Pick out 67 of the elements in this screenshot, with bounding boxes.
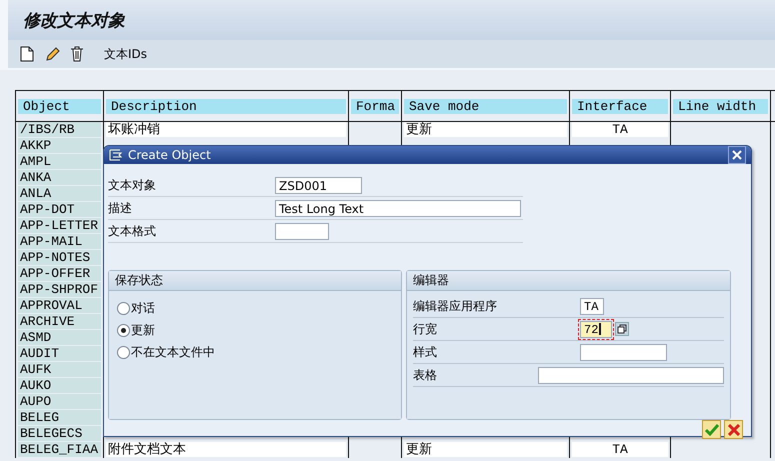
- field-label: 表格: [413, 366, 438, 384]
- radio-option[interactable]: 更新: [117, 319, 393, 341]
- table-cell: BELEG_FIAA: [18, 442, 101, 457]
- window-icon: [109, 149, 123, 161]
- table-cell: AUFK: [18, 362, 101, 377]
- close-icon[interactable]: [732, 150, 742, 160]
- table-cell: AUDIT: [18, 346, 101, 361]
- table-cell: AMPL: [18, 154, 101, 169]
- table-cell: TA: [572, 122, 668, 137]
- value-help-icon[interactable]: [615, 322, 629, 336]
- table-cell: APP-MAIL: [18, 234, 101, 249]
- dialog-title: Create Object: [128, 148, 212, 162]
- column-header[interactable]: Line width: [673, 98, 768, 114]
- radio-option[interactable]: 对话: [117, 297, 393, 319]
- table-cell: ANKA: [18, 170, 101, 185]
- input-field[interactable]: [580, 344, 667, 360]
- table-cell: APPROVAL: [18, 298, 101, 313]
- input-field[interactable]: ZSD001: [275, 176, 362, 194]
- page-title: 修改文本对象: [23, 10, 125, 32]
- column-header[interactable]: Description: [106, 98, 346, 114]
- column-header[interactable]: Interface: [572, 98, 668, 114]
- table-cell: APP-LETTER: [18, 218, 101, 233]
- field-label: 编辑器应用程序: [413, 298, 498, 314]
- table-cell: AKKP: [18, 138, 101, 153]
- table-cell: 更新: [404, 442, 567, 457]
- table-cell: APP-SHPROF: [18, 282, 101, 297]
- field-label: 行宽: [413, 320, 438, 338]
- column-header[interactable]: Object: [18, 98, 101, 114]
- field-label: 文本对象: [108, 176, 157, 194]
- table-cell: TA: [572, 442, 668, 457]
- table-cell: BELEGECS: [18, 426, 101, 441]
- input-field[interactable]: Test Long Text: [275, 200, 521, 216]
- input-field[interactable]: [538, 366, 724, 384]
- table-cell: AUPO: [18, 394, 101, 409]
- group-title: 编辑器: [407, 271, 730, 291]
- radio-button[interactable]: [117, 302, 130, 314]
- pencil-icon[interactable]: [44, 46, 60, 62]
- table-cell: /IBS/RB: [18, 122, 101, 137]
- table-cell: APP-OFFER: [18, 266, 101, 281]
- input-field[interactable]: [275, 222, 329, 240]
- field-label: 样式: [413, 344, 438, 360]
- table-cell: ARCHIVE: [18, 314, 101, 329]
- field-label: 描述: [108, 200, 133, 216]
- column-header[interactable]: Save mode: [404, 98, 567, 114]
- confirm-button[interactable]: [702, 420, 721, 439]
- radio-button[interactable]: [117, 324, 130, 336]
- field-label: 文本格式: [108, 222, 157, 240]
- input-field[interactable]: TA: [580, 298, 604, 314]
- new-document-icon[interactable]: [20, 46, 34, 62]
- table-cell: ANLA: [18, 186, 101, 201]
- cancel-button[interactable]: [724, 420, 743, 439]
- table-cell: APP-NOTES: [18, 250, 101, 265]
- trash-icon[interactable]: [70, 46, 84, 62]
- text-ids-button[interactable]: 文本IDs: [100, 46, 152, 62]
- table-cell: 更新: [404, 122, 567, 137]
- table-cell: APP-DOT: [18, 202, 101, 217]
- radio-option[interactable]: 不在文本文件中: [117, 341, 393, 363]
- radio-button[interactable]: [117, 346, 130, 358]
- table-cell: AUKO: [18, 378, 101, 393]
- close-button[interactable]: [728, 146, 746, 164]
- table-cell: ASMD: [18, 330, 101, 345]
- column-header[interactable]: Forma: [351, 98, 399, 114]
- group-title: 保存状态: [109, 271, 401, 291]
- input-field[interactable]: 72: [580, 320, 612, 338]
- table-cell: 坏账冲销: [106, 122, 346, 137]
- table-cell: 附件文档文本: [106, 442, 346, 457]
- table-cell: BELEG: [18, 410, 101, 425]
